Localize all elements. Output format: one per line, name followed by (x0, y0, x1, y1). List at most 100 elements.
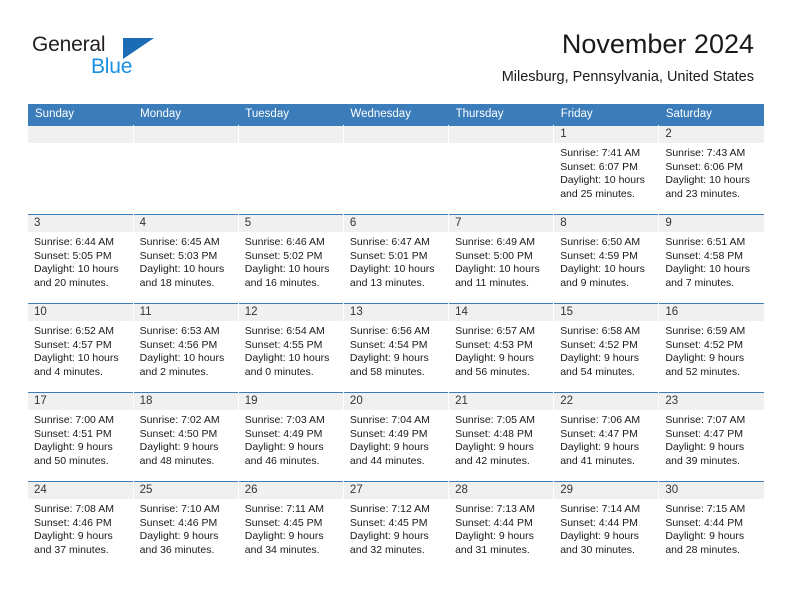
day-cell-details: Sunrise: 6:47 AM Sunset: 5:01 PM Daylight:… (344, 232, 448, 290)
daylight-text-line2: and 7 minutes. (665, 276, 735, 289)
calendar-day-cell[interactable]: 18 Sunrise: 7:02 AM Sunset: 4:50 PM Dayligh… (133, 392, 239, 482)
daylight-text-line2: and 37 minutes. (34, 543, 109, 556)
title-block: November 2024 Milesburg, Pennsylvania, U… (502, 28, 754, 87)
daylight-text-line2: and 0 minutes. (244, 365, 314, 378)
calendar-day-cell[interactable]: 30 Sunrise: 7:15 AM Sunset: 4:44 PM Dayligh… (658, 481, 764, 571)
daylight-text-line2: and 46 minutes. (244, 454, 320, 467)
calendar-day-cell[interactable]: 5 Sunrise: 6:46 AM Sunset: 5:02 PM Daylight… (238, 214, 344, 304)
daylight-text-line1: Daylight: 9 hours (139, 530, 219, 543)
sunrise-text: Sunrise: 6:47 AM (349, 236, 430, 248)
day-cell-inner (238, 126, 343, 214)
column-header-wednesday: Wednesday (343, 104, 449, 126)
day-cell-inner: 27 Sunrise: 7:12 AM Sunset: 4:45 PM Dayligh… (343, 482, 449, 571)
day-number: 23 (659, 393, 764, 410)
calendar-day-cell[interactable]: 7 Sunrise: 6:49 AM Sunset: 5:00 PM Daylight… (448, 214, 555, 304)
day-cell-details: Sunrise: 6:44 AM Sunset: 5:05 PM Daylight:… (28, 232, 133, 290)
day-cell-inner: 8 Sunrise: 6:50 AM Sunset: 4:59 PM Daylight… (554, 215, 659, 303)
calendar-day-cell[interactable]: 6 Sunrise: 6:47 AM Sunset: 5:01 PM Daylight… (343, 214, 450, 304)
day-cell-inner: 3 Sunrise: 6:44 AM Sunset: 5:05 PM Daylight… (28, 215, 133, 303)
sunset-text: Sunset: 4:49 PM (349, 427, 428, 440)
calendar-day-cell[interactable]: 9 Sunrise: 6:51 AM Sunset: 4:58 PM Daylight… (658, 214, 764, 304)
daylight-text-line1: Daylight: 10 hours (560, 263, 645, 276)
day-cell-details: Sunrise: 7:04 AM Sunset: 4:49 PM Daylight:… (344, 410, 448, 468)
day-cell-details: Sunrise: 7:11 AM Sunset: 4:45 PM Daylight:… (239, 499, 343, 557)
calendar-day-cell[interactable]: 25 Sunrise: 7:10 AM Sunset: 4:46 PM Dayligh… (133, 481, 239, 571)
calendar-day-cell[interactable]: 17 Sunrise: 7:00 AM Sunset: 4:51 PM Dayligh… (28, 392, 134, 482)
day-cell-details: Sunrise: 7:15 AM Sunset: 4:44 PM Daylight:… (659, 499, 764, 557)
calendar-day-cell[interactable]: 23 Sunrise: 7:07 AM Sunset: 4:47 PM Dayligh… (658, 392, 764, 482)
calendar-day-cell[interactable]: 8 Sunrise: 6:50 AM Sunset: 4:59 PM Daylight… (553, 214, 660, 304)
daylight-text-line2: and 18 minutes. (139, 276, 215, 289)
day-number: 24 (28, 482, 133, 499)
day-cell-details: Sunrise: 7:13 AM Sunset: 4:44 PM Daylight:… (449, 499, 553, 557)
daylight-text-line1: Daylight: 10 hours (34, 263, 119, 276)
daylight-text-line1: Daylight: 9 hours (560, 530, 639, 543)
sunset-text: Sunset: 4:46 PM (139, 516, 218, 529)
sunset-text: Sunset: 4:49 PM (244, 427, 323, 440)
calendar-day-cell[interactable]: 19 Sunrise: 7:03 AM Sunset: 4:49 PM Dayligh… (238, 392, 344, 482)
daylight-text-line2: and 58 minutes. (349, 365, 425, 378)
sunset-text: Sunset: 4:52 PM (560, 338, 638, 351)
calendar-day-cell[interactable]: 26 Sunrise: 7:11 AM Sunset: 4:45 PM Dayligh… (238, 481, 344, 571)
calendar-day-cell[interactable]: 13 Sunrise: 6:56 AM Sunset: 4:54 PM Dayligh… (343, 303, 450, 393)
logo-text-general: General (32, 33, 106, 56)
calendar-day-cell[interactable]: 28 Sunrise: 7:13 AM Sunset: 4:44 PM Dayligh… (448, 481, 555, 571)
daylight-text-line2: and 16 minutes. (244, 276, 320, 289)
day-cell-inner: 13 Sunrise: 6:56 AM Sunset: 4:54 PM Dayligh… (343, 304, 449, 392)
daylight-text-line2: and 32 minutes. (349, 543, 425, 556)
calendar-day-cell[interactable]: 12 Sunrise: 6:54 AM Sunset: 4:55 PM Dayligh… (238, 303, 344, 393)
sunset-text: Sunset: 5:00 PM (455, 249, 533, 262)
day-cell-inner: 25 Sunrise: 7:10 AM Sunset: 4:46 PM Dayligh… (133, 482, 238, 571)
column-header-saturday: Saturday (658, 104, 764, 126)
day-cell-details: Sunrise: 7:05 AM Sunset: 4:48 PM Daylight:… (449, 410, 553, 468)
day-cell-details: Sunrise: 7:14 AM Sunset: 4:44 PM Daylight:… (554, 499, 658, 557)
column-header-thursday: Thursday (448, 104, 554, 126)
day-number: 7 (449, 215, 554, 232)
column-header-tuesday: Tuesday (238, 104, 344, 126)
day-cell-details: Sunrise: 6:52 AM Sunset: 4:57 PM Daylight:… (28, 321, 133, 379)
calendar-day-cell[interactable]: 14 Sunrise: 6:57 AM Sunset: 4:53 PM Dayligh… (448, 303, 555, 393)
calendar-day-cell[interactable]: 22 Sunrise: 7:06 AM Sunset: 4:47 PM Dayligh… (553, 392, 660, 482)
calendar-day-cell[interactable]: 20 Sunrise: 7:04 AM Sunset: 4:49 PM Dayligh… (343, 392, 450, 482)
calendar-day-cell[interactable]: 2 Sunrise: 7:43 AM Sunset: 6:06 PM Daylight… (658, 125, 764, 215)
sunset-text: Sunset: 5:03 PM (139, 249, 218, 262)
day-cell-inner: 15 Sunrise: 6:58 AM Sunset: 4:52 PM Dayligh… (554, 304, 659, 392)
day-number: 20 (343, 393, 449, 410)
daylight-text-line2: and 2 minutes. (139, 365, 209, 378)
sunrise-text: Sunrise: 7:13 AM (455, 503, 536, 515)
calendar-day-cell[interactable]: 1 Sunrise: 7:41 AM Sunset: 6:07 PM Daylight… (553, 125, 660, 215)
daylight-text-line1: Daylight: 9 hours (244, 530, 324, 543)
calendar-day-cell-empty (28, 125, 134, 215)
daylight-text-line2: and 52 minutes. (665, 365, 741, 378)
sunset-text: Sunset: 4:53 PM (455, 338, 533, 351)
sunrise-text: Sunrise: 7:05 AM (455, 414, 536, 426)
sunset-text: Sunset: 4:55 PM (244, 338, 323, 351)
calendar-day-cell[interactable]: 3 Sunrise: 6:44 AM Sunset: 5:05 PM Daylight… (28, 214, 134, 304)
calendar-day-cell[interactable]: 15 Sunrise: 6:58 AM Sunset: 4:52 PM Dayligh… (553, 303, 660, 393)
daylight-text-line1: Daylight: 9 hours (455, 352, 534, 365)
calendar-day-cell[interactable]: 16 Sunrise: 6:59 AM Sunset: 4:52 PM Dayligh… (658, 303, 764, 393)
calendar-day-cell[interactable]: 4 Sunrise: 6:45 AM Sunset: 5:03 PM Daylight… (133, 214, 239, 304)
calendar-day-cell[interactable]: 21 Sunrise: 7:05 AM Sunset: 4:48 PM Dayligh… (448, 392, 555, 482)
daylight-text-line2: and 48 minutes. (139, 454, 215, 467)
calendar-day-cell[interactable]: 11 Sunrise: 6:53 AM Sunset: 4:56 PM Dayligh… (133, 303, 239, 393)
daylight-text-line1: Daylight: 9 hours (349, 441, 429, 454)
calendar-day-cell[interactable]: 29 Sunrise: 7:14 AM Sunset: 4:44 PM Dayligh… (553, 481, 660, 571)
day-number: 17 (28, 393, 133, 410)
day-cell-details: Sunrise: 7:43 AM Sunset: 6:06 PM Daylight:… (659, 143, 764, 201)
day-number: 22 (554, 393, 659, 410)
day-number: 30 (659, 482, 764, 499)
sunset-text: Sunset: 5:01 PM (349, 249, 428, 262)
day-cell-inner: 2 Sunrise: 7:43 AM Sunset: 6:06 PM Daylight… (659, 126, 764, 214)
daylight-text-line2: and 11 minutes. (455, 276, 529, 289)
calendar-day-cell[interactable]: 24 Sunrise: 7:08 AM Sunset: 4:46 PM Dayligh… (28, 481, 134, 571)
daylight-text-line1: Daylight: 9 hours (665, 441, 745, 454)
day-cell-details: Sunrise: 6:53 AM Sunset: 4:56 PM Daylight:… (134, 321, 238, 379)
general-blue-logo[interactable]: General Blue (32, 33, 212, 85)
calendar-day-cell[interactable]: 10 Sunrise: 6:52 AM Sunset: 4:57 PM Dayligh… (28, 303, 134, 393)
daylight-text-line1: Daylight: 9 hours (139, 441, 219, 454)
sunset-text: Sunset: 5:02 PM (244, 249, 323, 262)
sunrise-text: Sunrise: 7:02 AM (139, 414, 220, 426)
calendar-day-cell[interactable]: 27 Sunrise: 7:12 AM Sunset: 4:45 PM Dayligh… (343, 481, 450, 571)
sunrise-text: Sunrise: 6:49 AM (455, 236, 536, 248)
